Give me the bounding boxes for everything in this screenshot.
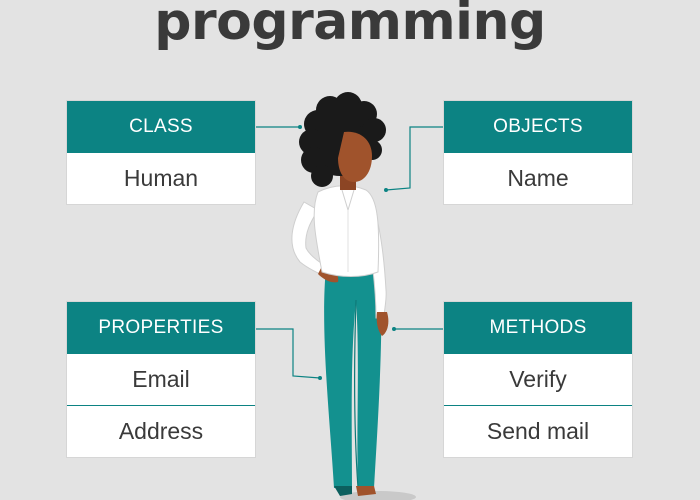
class-header: CLASS <box>67 101 255 153</box>
properties-card: PROPERTIES Email Address <box>67 302 255 457</box>
methods-value-send-mail: Send mail <box>444 405 632 457</box>
properties-value-email: Email <box>67 354 255 405</box>
connector-properties <box>256 328 321 379</box>
pants <box>324 268 382 488</box>
class-value: Human <box>67 153 255 204</box>
methods-value-verify: Verify <box>444 354 632 405</box>
methods-card: METHODS Verify Send mail <box>444 302 632 457</box>
woman-figure <box>291 92 416 500</box>
properties-header: PROPERTIES <box>67 302 255 354</box>
objects-header: OBJECTS <box>444 101 632 153</box>
class-card: CLASS Human <box>67 101 255 204</box>
shirt <box>313 185 380 277</box>
methods-header: METHODS <box>444 302 632 354</box>
objects-card: OBJECTS Name <box>444 101 632 204</box>
connector-objects <box>385 126 444 191</box>
objects-value: Name <box>444 153 632 204</box>
properties-value-address: Address <box>67 405 255 457</box>
